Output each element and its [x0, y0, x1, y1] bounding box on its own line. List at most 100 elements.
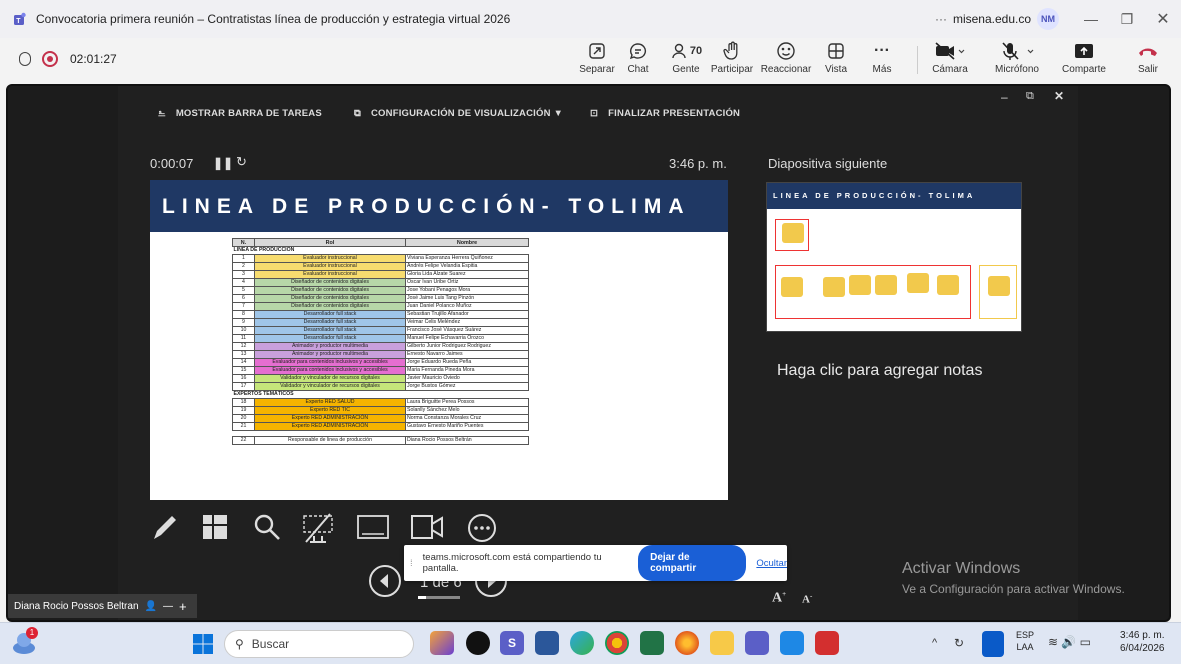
font-decrease-icon[interactable]: A-	[802, 592, 812, 606]
table-row: 15 Evaluador para contenidos inclusivos y…	[232, 366, 529, 375]
next-slide-preview[interactable]: LINEA DE PRODUCCIÓN- TOLIMA	[766, 182, 1022, 332]
table-row: 18 Experto RED SALUD Laura Briguitte Perea…	[232, 398, 529, 407]
taskbar-search[interactable]: ⚲ Buscar	[224, 630, 414, 658]
share-icon	[1074, 40, 1094, 62]
restore-icon[interactable]: ❐	[1109, 11, 1145, 28]
emoji-icon	[776, 40, 796, 62]
app-s-icon[interactable]: S	[500, 631, 524, 655]
screen-sharing-bar: ⁞ teams.microsoft.com está compartiendo …	[404, 545, 787, 581]
mic-tray-icon[interactable]	[982, 631, 1004, 657]
close-icon[interactable]: ✕	[1054, 89, 1064, 103]
weather-icon[interactable]: 1	[10, 627, 38, 657]
org-domain: misena.edu.co	[952, 12, 1031, 26]
teams-icon: T	[11, 12, 27, 26]
table-row: 7 Diseñador de contenidos digitales Juan D…	[232, 302, 529, 311]
pdf-icon[interactable]	[815, 631, 839, 655]
end-slideshow-icon: ⊡	[590, 108, 599, 119]
github-icon[interactable]	[466, 631, 490, 655]
close-icon[interactable]: ✕	[1145, 9, 1181, 29]
hide-link[interactable]: Ocultar	[756, 558, 787, 569]
person-figure-icon	[937, 275, 959, 295]
raise-hand-button[interactable]: Participar	[702, 40, 762, 75]
reset-timer-icon[interactable]: ↻	[236, 154, 247, 170]
taskbar: 1 ⚲ Buscar S ^ ↻ ESP LAA ≋ 🔊 ▭ 3:46 p. m. 6…	[0, 622, 1181, 664]
photos-icon[interactable]	[780, 631, 804, 655]
table-section: EXPERTOS TEMÁTICOS	[233, 391, 294, 397]
people-icon: 70	[670, 40, 702, 62]
current-slide: LINEA DE PRODUCCIÓN- TOLIMA N. Rol Nombr…	[150, 180, 728, 500]
show-taskbar-button[interactable]: ⎁ MOSTRAR BARRA DE TAREAS	[158, 108, 322, 119]
speaker-notes[interactable]: Haga clic para agregar notas	[777, 362, 982, 380]
stop-sharing-button[interactable]: Dejar de compartir	[638, 545, 747, 581]
restore-icon[interactable]: ⧉	[1026, 90, 1034, 103]
excel-icon[interactable]	[640, 631, 664, 655]
table-row: 21 Experto RED ADMINISTRACIÓN Gustavo Erne…	[232, 422, 529, 431]
word-icon[interactable]	[535, 631, 559, 655]
minimize-icon[interactable]: –	[1001, 90, 1008, 104]
minus-icon[interactable]: —	[163, 601, 173, 612]
table-row: 4 Diseñador de contenidos digitales Oscar …	[232, 278, 529, 287]
table-row: 22 Responsable de linea de producción Dian…	[232, 436, 529, 445]
clock-date[interactable]: 3:46 p. m. 6/04/2026	[1120, 629, 1165, 655]
camera-toggle-icon[interactable]	[410, 512, 446, 542]
minimize-icon[interactable]: —	[1073, 11, 1109, 27]
font-increase-icon[interactable]: A+	[772, 590, 786, 607]
meeting-timer: 02:01:27	[70, 52, 117, 66]
table-row: 6 Diseñador de contenidos digitales José J…	[232, 294, 529, 303]
mic-off-icon	[1000, 40, 1034, 62]
leave-button[interactable]: Salir	[1118, 40, 1178, 75]
col-n: N.	[232, 238, 255, 247]
wifi-volume-battery-icon[interactable]: ≋ 🔊 ▭	[1048, 635, 1091, 649]
plus-icon[interactable]: +	[179, 599, 187, 614]
windows-start-icon[interactable]	[193, 634, 213, 659]
more-options-icon[interactable]	[466, 512, 498, 544]
person-figure-icon	[875, 275, 897, 295]
presenter-view: ⎁ MOSTRAR BARRA DE TAREAS ⧉ CONFIGURACIÓN …	[118, 86, 1125, 620]
drag-handle-icon[interactable]: ⁞	[410, 558, 413, 569]
next-slide-label: Diapositiva siguiente	[768, 156, 888, 171]
sync-icon[interactable]: ↻	[954, 636, 964, 650]
pause-icon[interactable]: ❚❚	[213, 156, 233, 170]
teams-icon[interactable]	[745, 631, 769, 655]
avatar[interactable]: NM	[1037, 8, 1059, 30]
person-figure-icon	[823, 277, 845, 297]
shared-screen: ⎁ MOSTRAR BARRA DE TAREAS ⧉ CONFIGURACIÓN …	[6, 84, 1171, 622]
recording-icon	[42, 51, 58, 67]
microphone-button[interactable]: Micrófono	[987, 40, 1047, 75]
chevron-up-icon[interactable]: ^	[932, 637, 937, 649]
window-title-bar: T Convocatoria primera reunión – Contrat…	[0, 0, 1181, 38]
table-row: 3 Evaluador instruccional Gloria Lida Alza…	[232, 270, 529, 279]
col-nombre: Nombre	[405, 238, 529, 247]
roles-table: N. Rol Nombre LINEA DE PRODUCCION 1 Evalua…	[232, 238, 529, 445]
pen-icon[interactable]	[150, 512, 180, 542]
file-explorer-icon[interactable]	[710, 631, 734, 655]
table-row: 8 Desarrollador full stack Sebastian Truji…	[232, 310, 529, 319]
more-button[interactable]: ··· Más	[852, 40, 912, 75]
participant-tag: Diana Rocio Possos Beltran 👤 — +	[8, 594, 197, 618]
zoom-icon[interactable]	[252, 512, 282, 542]
table-row: 1 Evaluador instruccional Viviana Esperanz…	[232, 254, 529, 263]
person-figure-icon	[782, 223, 804, 243]
all-slides-icon[interactable]	[200, 512, 230, 542]
camera-button[interactable]: Cámara	[920, 40, 980, 75]
people-count: 70	[689, 45, 703, 57]
display-settings-button[interactable]: ⧉ CONFIGURACIÓN DE VISUALIZACIÓN ▼	[354, 108, 563, 119]
app-icon[interactable]	[430, 631, 454, 655]
leave-icon	[1137, 40, 1159, 62]
chat-icon	[628, 40, 648, 62]
language-indicator[interactable]: ESP LAA	[1016, 629, 1034, 653]
previous-slide-icon[interactable]	[368, 564, 402, 598]
edge-icon[interactable]	[570, 631, 594, 655]
col-rol: Rol	[254, 238, 406, 247]
monitor-icon: ⧉	[354, 108, 361, 119]
firefox-icon[interactable]	[675, 631, 699, 655]
black-screen-icon[interactable]	[356, 512, 390, 542]
end-presentation-button[interactable]: ⊡ FINALIZAR PRESENTACIÓN	[590, 108, 740, 119]
more-options[interactable]: ···	[935, 12, 947, 26]
subtitles-off-icon[interactable]	[300, 512, 336, 546]
activation-title: Activar Windows	[902, 560, 1021, 577]
share-button[interactable]: Comparte	[1054, 40, 1114, 75]
chrome-icon[interactable]	[605, 631, 629, 655]
taskbar-icon: ⎁	[158, 108, 166, 119]
table-section: LINEA DE PRODUCCION	[233, 247, 295, 253]
